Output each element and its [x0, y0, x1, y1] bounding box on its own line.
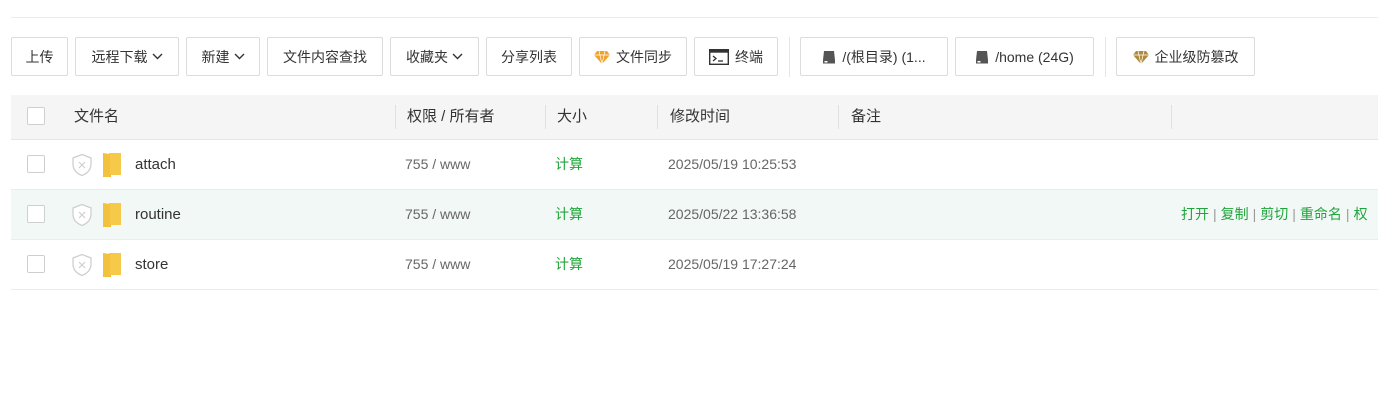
toolbar: 上传 远程下载 新建 文件内容查找 收藏夹 分享列表 文件同步 终端 /(根目录…	[11, 36, 1262, 77]
content-search-button[interactable]: 文件内容查找	[267, 37, 383, 76]
column-resizer[interactable]	[838, 105, 839, 129]
chevron-down-icon	[452, 53, 463, 60]
column-resizer[interactable]	[395, 105, 396, 129]
folder-icon	[103, 153, 121, 177]
header-size[interactable]: 大小	[557, 95, 587, 139]
terminal-button[interactable]: 终端	[694, 37, 778, 76]
perm-owner[interactable]: 755 / www	[405, 240, 470, 289]
rename-action[interactable]: 重命名	[1300, 206, 1342, 222]
file-name[interactable]: attach	[135, 140, 176, 189]
disk-root-button[interactable]: /(根目录) (1...	[800, 37, 948, 76]
modified-time: 2025/05/19 10:25:53	[668, 156, 797, 172]
shield-icon[interactable]	[71, 203, 93, 227]
action-separator: |	[1213, 206, 1217, 222]
share-list-button[interactable]: 分享列表	[486, 37, 572, 76]
favorites-button[interactable]: 收藏夹	[390, 37, 479, 76]
file-table: 文件名 权限 / 所有者 大小 修改时间 备注 attach 755 / www…	[11, 95, 1378, 290]
perm-owner[interactable]: 755 / www	[405, 190, 470, 239]
size-calc-link[interactable]: 计算	[555, 140, 583, 189]
tamper-proof-button[interactable]: 企业级防篡改	[1116, 37, 1255, 76]
remote-download-button[interactable]: 远程下载	[75, 37, 179, 76]
upload-label: 上传	[25, 48, 54, 65]
upload-button[interactable]: 上传	[11, 37, 68, 76]
row-checkbox[interactable]	[27, 155, 45, 173]
column-resizer[interactable]	[657, 105, 658, 129]
disk-root-label: /(根目录) (1...	[842, 48, 926, 65]
header-name[interactable]: 文件名	[74, 95, 119, 139]
action-separator: |	[1345, 206, 1350, 222]
cut-action[interactable]: 剪切	[1260, 206, 1288, 222]
perm-owner[interactable]: 755 / www	[405, 140, 470, 189]
diamond-icon	[594, 50, 610, 64]
column-resizer[interactable]	[545, 105, 546, 129]
table-header: 文件名 权限 / 所有者 大小 修改时间 备注	[11, 95, 1378, 140]
folder-icon	[103, 253, 121, 277]
modified-time: 2025/05/19 17:27:24	[668, 256, 797, 272]
modified-time: 2025/05/22 13:36:58	[668, 206, 797, 222]
tamper-proof-label: 企业级防篡改	[1154, 48, 1239, 65]
top-divider	[11, 17, 1378, 18]
header-note: 备注	[851, 108, 882, 125]
content-search-label: 文件内容查找	[283, 48, 367, 65]
shield-icon[interactable]	[71, 253, 93, 277]
table-row[interactable]: routine 755 / www 计算 2025/05/22 13:36:58…	[11, 190, 1378, 240]
chevron-down-icon	[152, 53, 162, 60]
disk-home-label: /home (24G)	[995, 48, 1074, 65]
action-separator: |	[1292, 206, 1296, 222]
column-resizer[interactable]	[1171, 105, 1172, 129]
copy-action[interactable]: 复制	[1221, 206, 1249, 222]
toolbar-divider	[1105, 36, 1106, 77]
disk-home-button[interactable]: /home (24G)	[955, 37, 1094, 76]
header-perm-owner[interactable]: 权限 / 所有者	[407, 95, 495, 139]
shield-icon[interactable]	[71, 153, 93, 177]
share-list-label: 分享列表	[501, 48, 557, 65]
row-checkbox[interactable]	[27, 255, 45, 273]
terminal-icon	[709, 48, 729, 65]
terminal-label: 终端	[735, 48, 763, 65]
diamond-icon	[1132, 50, 1149, 64]
select-all-checkbox[interactable]	[27, 107, 45, 125]
open-action[interactable]: 打开	[1181, 206, 1209, 222]
chevron-down-icon	[234, 53, 244, 60]
size-calc-link[interactable]: 计算	[555, 190, 583, 239]
header-mtime[interactable]: 修改时间	[670, 95, 730, 139]
disk-icon	[976, 50, 989, 63]
file-sync-label: 文件同步	[616, 48, 672, 65]
folder-icon	[103, 203, 121, 227]
new-button[interactable]: 新建	[186, 37, 260, 76]
file-sync-button[interactable]: 文件同步	[579, 37, 687, 76]
remote-download-label: 远程下载	[91, 48, 148, 65]
toolbar-divider	[789, 36, 790, 77]
file-name[interactable]: store	[135, 240, 168, 289]
action-separator: |	[1252, 206, 1257, 222]
row-actions: 打开 | 复制 | 剪切 | 重命名 | 权	[1181, 190, 1368, 239]
favorites-label: 收藏夹	[406, 48, 448, 65]
table-row[interactable]: attach 755 / www 计算 2025/05/19 10:25:53	[11, 140, 1378, 190]
file-name[interactable]: routine	[135, 190, 181, 239]
row-checkbox[interactable]	[27, 205, 45, 223]
disk-icon	[823, 50, 836, 63]
size-calc-link[interactable]: 计算	[555, 240, 583, 289]
permission-action[interactable]: 权	[1354, 206, 1368, 222]
table-row[interactable]: store 755 / www 计算 2025/05/19 17:27:24	[11, 240, 1378, 290]
new-label: 新建	[201, 48, 230, 65]
